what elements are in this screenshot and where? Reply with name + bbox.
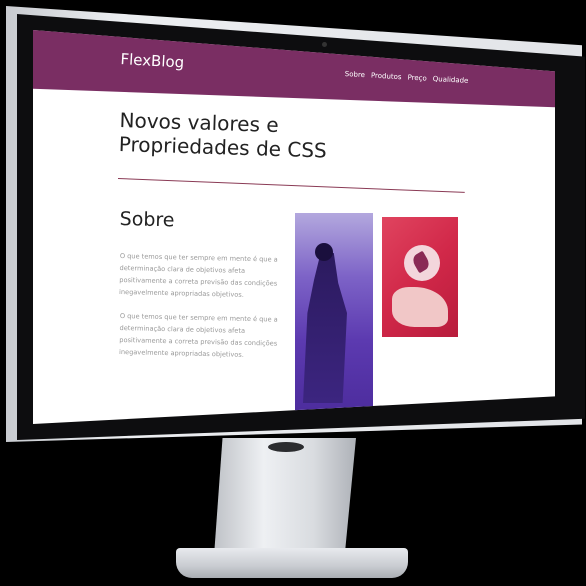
nav-link-sobre[interactable]: Sobre [345,70,366,79]
hero-title: Novos valores e Propriedades de CSS [118,108,327,163]
about-paragraph: O que temos que ter sempre em mente é qu… [118,311,278,359]
stand-cable-hole [268,442,304,452]
camera-icon [322,42,327,47]
flower-photo [382,217,458,337]
monitor-stand-foot [176,548,408,578]
person-silhouette [303,253,347,403]
about-title: Sobre [119,208,175,232]
nav-link-preco[interactable]: Preço [407,74,427,83]
hand-shape [392,287,448,327]
woman-photo [295,213,373,424]
monitor-stand-neck [214,438,356,556]
site-logo[interactable]: FlexBlog [120,50,185,72]
section-divider [117,178,465,193]
about-paragraph: O que temos que ter sempre em mente é qu… [118,251,278,299]
person-head [315,243,333,261]
browser-screen: FlexBlog Sobre Produtos Preço Qualidade … [33,30,555,424]
hero-title-line-2: Propriedades de CSS [118,131,328,163]
nav-link-produtos[interactable]: Produtos [371,71,402,81]
